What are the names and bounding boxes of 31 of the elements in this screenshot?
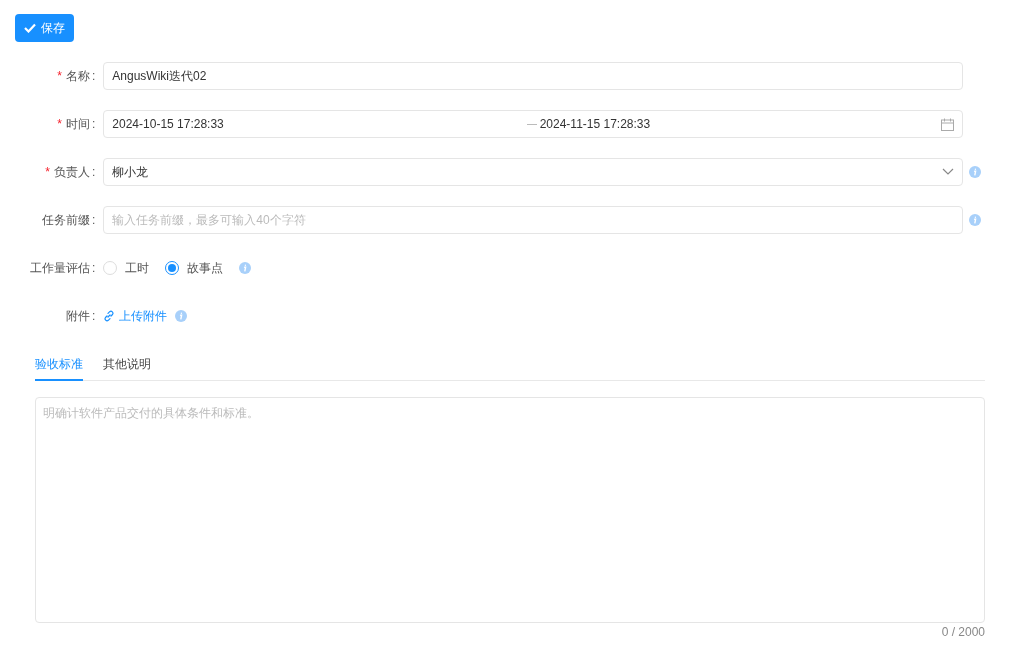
label-colon: : — [92, 69, 96, 83]
text-field[interactable]: 输入任务前缀，最多可输入40个字符 — [103, 206, 963, 234]
calendar-icon — [941, 117, 954, 131]
field-label: 工作量评估 — [30, 259, 90, 277]
text-field[interactable]: AngusWiki迭代02 — [103, 62, 963, 90]
select-value: 柳小龙 — [112, 163, 149, 181]
link-icon — [103, 310, 116, 322]
radio-option[interactable]: 工时 — [103, 259, 150, 277]
required-mark: * — [57, 117, 62, 131]
field-label: 时间 — [66, 115, 90, 133]
character-count: 0 / 2000 — [940, 625, 985, 639]
date-range-field[interactable]: 2024-10-15 17:28:33 2024-11-15 17:28:33 — [103, 110, 963, 138]
select-field[interactable]: 柳小龙 — [103, 158, 963, 186]
field-label: 任务前缀 — [42, 211, 90, 229]
field-label: 名称 — [66, 67, 90, 85]
label-colon: : — [92, 261, 96, 275]
radio-option[interactable]: 故事点 — [165, 259, 224, 277]
check-icon — [24, 23, 36, 33]
end-date: 2024-11-15 17:28:33 — [539, 117, 651, 131]
chevron-down-icon — [942, 168, 954, 176]
label-colon: : — [92, 213, 96, 227]
field-label: 附件 — [66, 307, 90, 325]
required-mark: * — [45, 165, 50, 179]
tab[interactable]: 其他说明 — [103, 350, 151, 381]
label-colon: : — [92, 117, 96, 131]
label-colon: : — [92, 165, 96, 179]
text-area[interactable]: 明确计软件产品交付的具体条件和标准。 — [35, 397, 985, 623]
required-mark: * — [57, 69, 62, 83]
label-colon: : — [92, 309, 96, 323]
field-label: 负责人 — [54, 163, 90, 181]
start-date: 2024-10-15 17:28:33 — [112, 117, 224, 131]
